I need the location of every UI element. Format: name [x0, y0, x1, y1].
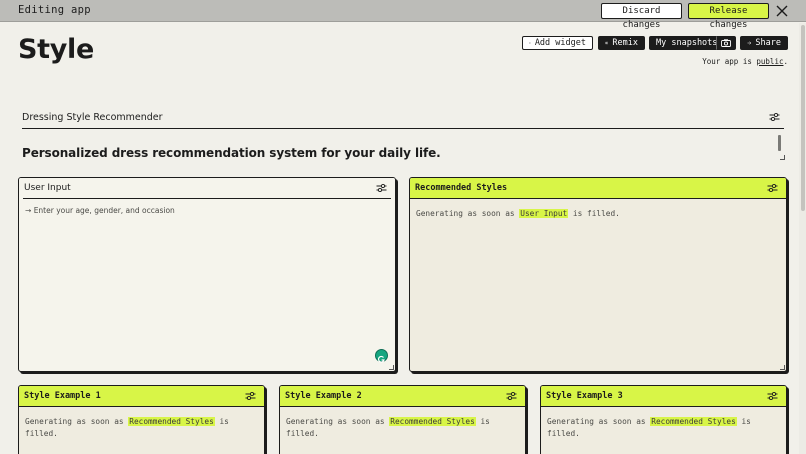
recommended-styles-reference: Recommended Styles	[389, 417, 476, 426]
add-widget-button[interactable]: Add widget	[522, 36, 593, 50]
user-input-panel: User Input → Enter your age, gender, and…	[18, 177, 396, 372]
style-example-status: Generating as soon as Recommended Styles…	[286, 417, 490, 438]
remix-label: Remix	[612, 38, 638, 48]
style-example-title: Style Example 1	[24, 391, 101, 401]
share-button[interactable]: Share	[740, 36, 788, 50]
share-label: Share	[755, 38, 781, 48]
editing-title: Editing app	[18, 4, 91, 16]
visibility-note: Your app is public.	[702, 57, 788, 66]
style-example-title: Style Example 2	[285, 391, 362, 401]
style-example-header: Style Example 3	[541, 386, 786, 407]
add-widget-label: Add widget	[534, 38, 586, 48]
style-example-2-panel: Style Example 2 Generating as soon as Re…	[279, 385, 526, 454]
recommended-styles-reference: Recommended Styles	[128, 417, 215, 426]
style-example-status: Generating as soon as Recommended Styles…	[25, 417, 229, 438]
remix-button[interactable]: Remix	[598, 36, 645, 50]
sliders-icon[interactable]	[769, 112, 780, 122]
user-input-placeholder: Enter your age, gender, and occasion	[33, 206, 175, 215]
discard-changes-button[interactable]: Discard changes	[601, 3, 682, 30]
remix-icon	[605, 41, 609, 45]
grammarly-icon[interactable]	[375, 349, 388, 363]
sliders-icon[interactable]	[767, 183, 778, 193]
sliders-icon[interactable]	[767, 391, 778, 401]
user-input-reference: User Input	[519, 209, 569, 218]
plus-icon	[529, 42, 531, 44]
user-input-header: User Input	[19, 178, 395, 199]
recommended-styles-title: Recommended Styles	[415, 183, 508, 193]
take-snapshot-button[interactable]	[716, 36, 736, 50]
top-bar: Editing app Discard changes Release chan…	[0, 0, 806, 30]
description-resize-handle[interactable]	[780, 155, 785, 160]
style-example-header: Style Example 1	[19, 386, 264, 407]
user-input-title: User Input	[24, 183, 71, 193]
recommended-styles-resize-handle[interactable]	[780, 365, 785, 370]
style-example-1-panel: Style Example 1 Generating as soon as Re…	[18, 385, 265, 454]
style-example-status: Generating as soon as Recommended Styles…	[547, 417, 751, 438]
user-input-resize-handle[interactable]	[389, 365, 394, 370]
recommended-styles-status: Generating as soon as User Input is fill…	[416, 209, 620, 218]
style-example-header: Style Example 2	[280, 386, 525, 407]
release-changes-button[interactable]: Release changes	[688, 3, 769, 30]
page-title: Style	[18, 34, 95, 65]
sliders-icon[interactable]	[245, 391, 256, 401]
app-name-label: Dressing Style Recommender	[22, 112, 163, 123]
public-link[interactable]: public	[756, 57, 783, 66]
sliders-icon[interactable]	[376, 183, 387, 193]
recommended-styles-panel: Recommended Styles Generating as soon as…	[409, 177, 787, 372]
my-snapshots-button[interactable]: My snapshots	[649, 36, 718, 50]
recommended-styles-header: Recommended Styles	[410, 178, 786, 199]
recommended-styles-reference: Recommended Styles	[650, 417, 737, 426]
sliders-icon[interactable]	[506, 391, 517, 401]
user-input-field[interactable]: → Enter your age, gender, and occasion	[25, 206, 175, 215]
close-icon[interactable]	[775, 4, 789, 18]
style-example-title: Style Example 3	[546, 391, 623, 401]
description-scrollbar[interactable]	[778, 135, 781, 151]
share-arrow-icon	[747, 41, 752, 45]
camera-icon	[721, 39, 731, 47]
user-input-divider	[23, 198, 391, 199]
app-section-header: Dressing Style Recommender	[22, 112, 784, 129]
style-example-3-panel: Style Example 3 Generating as soon as Re…	[540, 385, 787, 454]
my-snapshots-label: My snapshots	[656, 38, 718, 48]
page-scrollbar-thumb[interactable]	[801, 25, 805, 211]
arrow-right-icon: →	[25, 206, 32, 215]
app-description: Personalized dress recommendation system…	[22, 146, 441, 160]
